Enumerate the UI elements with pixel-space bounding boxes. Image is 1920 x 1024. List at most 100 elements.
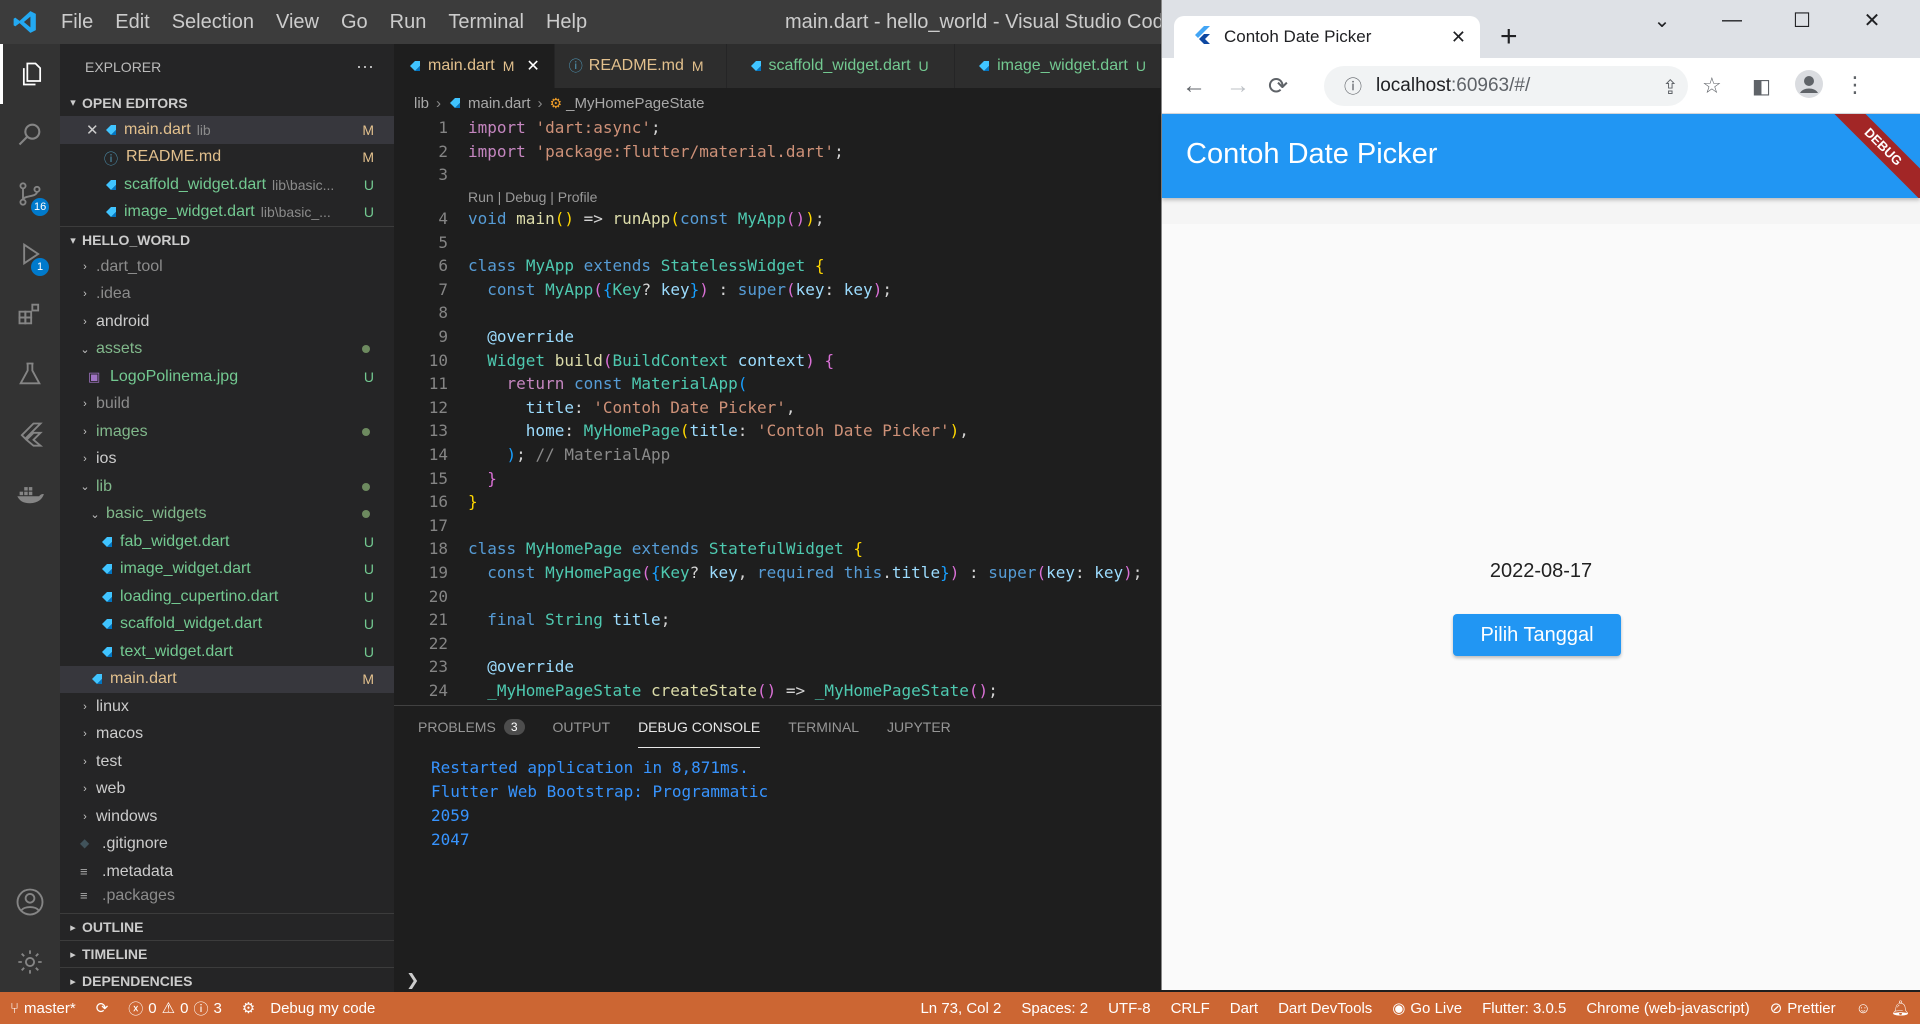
bookmark-star-icon[interactable]: ☆: [1702, 73, 1722, 99]
tab-readme[interactable]: ⓘ README.md M: [554, 44, 727, 88]
file-item[interactable]: fab_widget.dart U: [60, 528, 394, 556]
tab-image-widget[interactable]: image_widget.dart U: [955, 44, 1161, 88]
close-tab-icon[interactable]: ✕: [1451, 27, 1466, 48]
breadcrumb-file[interactable]: main.dart: [468, 95, 531, 112]
folder-item[interactable]: › android: [60, 308, 394, 336]
tab-debug-console[interactable]: DEBUG CONSOLE: [638, 706, 761, 748]
console-prompt-icon[interactable]: ❯: [406, 970, 419, 990]
file-item[interactable]: loading_cupertino.dart U: [60, 583, 394, 611]
close-icon[interactable]: ✕: [526, 56, 539, 76]
settings-gear-icon[interactable]: [0, 932, 60, 992]
close-window-icon[interactable]: ✕: [1837, 0, 1907, 40]
new-tab-icon[interactable]: +: [1500, 20, 1518, 54]
tab-main-dart[interactable]: main.dart M ✕: [394, 44, 555, 88]
browser-tab[interactable]: Contoh Date Picker ✕: [1174, 16, 1480, 58]
folder-item[interactable]: › linux: [60, 693, 394, 721]
dependencies-header[interactable]: ▸ DEPENDENCIES: [60, 967, 394, 992]
menu-selection[interactable]: Selection: [161, 0, 265, 44]
address-bar[interactable]: ⓘ localhost:60963/#/: [1324, 66, 1688, 106]
reload-icon[interactable]: ⟳: [1268, 72, 1288, 101]
explorer-icon[interactable]: [0, 44, 60, 104]
pick-date-button[interactable]: Pilih Tanggal: [1453, 614, 1621, 656]
file-item[interactable]: ▣ LogoPolinema.jpg U: [60, 363, 394, 391]
run-debug-icon[interactable]: 1: [0, 224, 60, 284]
feedback-icon[interactable]: ☺: [1846, 1000, 1881, 1017]
problems-indicator[interactable]: ⓧ 0 ⚠ 0 ⓘ 3: [118, 998, 232, 1019]
open-editor-item[interactable]: ⓘ README.md M: [60, 144, 394, 172]
folder-item[interactable]: › .dart_tool: [60, 253, 394, 281]
back-arrow-icon[interactable]: ←: [1182, 72, 1206, 100]
folder-item[interactable]: ⌄ assets: [60, 336, 394, 364]
folder-item[interactable]: › .idea: [60, 281, 394, 309]
file-item[interactable]: ◆ .gitignore: [60, 831, 394, 859]
side-panel-icon[interactable]: ◧: [1752, 74, 1771, 99]
dart-devtools[interactable]: Dart DevTools: [1268, 1000, 1382, 1017]
site-info-icon[interactable]: ⓘ: [1344, 73, 1362, 99]
breadcrumb-symbol[interactable]: _MyHomePageState: [566, 95, 704, 112]
flutter-icon[interactable]: [0, 404, 60, 464]
breadcrumb-folder[interactable]: lib: [414, 95, 429, 112]
docker-icon[interactable]: [0, 464, 60, 524]
timeline-header[interactable]: ▸ TIMELINE: [60, 940, 394, 967]
folder-item[interactable]: ⌄ lib: [60, 473, 394, 501]
forward-arrow-icon[interactable]: →: [1226, 72, 1250, 100]
go-live-button[interactable]: ◉ Go Live: [1382, 999, 1472, 1018]
extensions-icon[interactable]: [0, 284, 60, 344]
account-icon[interactable]: [0, 872, 60, 932]
code-editor[interactable]: 1 import 'dart:async'; 2 import 'package:f…: [394, 116, 1161, 705]
more-actions-icon[interactable]: ···: [356, 56, 374, 77]
tab-scaffold-widget[interactable]: scaffold_widget.dart U: [726, 44, 956, 88]
folder-item[interactable]: › ios: [60, 446, 394, 474]
tab-output[interactable]: OUTPUT: [553, 706, 611, 748]
folder-item[interactable]: › web: [60, 776, 394, 804]
menu-go[interactable]: Go: [330, 0, 379, 44]
close-icon[interactable]: ✕: [86, 121, 104, 139]
file-item[interactable]: ≡ .metadata: [60, 858, 394, 886]
tab-terminal[interactable]: TERMINAL: [788, 706, 859, 748]
profile-avatar-icon[interactable]: [1794, 69, 1824, 106]
sync-button[interactable]: ⟳: [86, 999, 119, 1017]
prettier-button[interactable]: ⊘ Prettier: [1760, 999, 1846, 1018]
source-control-icon[interactable]: 16: [0, 164, 60, 224]
open-editor-item[interactable]: scaffold_widget.dart lib\basic... U: [60, 171, 394, 199]
codelens-run-debug-profile[interactable]: Run | Debug | Profile: [468, 189, 597, 205]
folder-item[interactable]: › macos: [60, 721, 394, 749]
tab-problems[interactable]: PROBLEMS 3: [418, 706, 525, 748]
language-mode[interactable]: Dart: [1220, 1000, 1268, 1017]
file-item[interactable]: ≡ .packages: [60, 886, 394, 906]
menu-run[interactable]: Run: [379, 0, 438, 44]
folder-item[interactable]: › build: [60, 391, 394, 419]
file-item[interactable]: text_widget.dart U: [60, 638, 394, 666]
notifications-bell-icon[interactable]: 🔔︎: [1881, 999, 1920, 1017]
search-icon[interactable]: [0, 104, 60, 164]
folder-item[interactable]: › test: [60, 748, 394, 776]
encoding[interactable]: UTF-8: [1098, 1000, 1161, 1017]
folder-item[interactable]: ⌄ basic_widgets: [60, 501, 394, 529]
branch-indicator[interactable]: ⑂ master*: [0, 1000, 86, 1017]
outline-header[interactable]: ▸ OUTLINE: [60, 913, 394, 940]
file-item[interactable]: scaffold_widget.dart U: [60, 611, 394, 639]
open-editor-item[interactable]: image_widget.dart lib\basic_... U: [60, 199, 394, 227]
tab-jupyter[interactable]: JUPYTER: [887, 706, 951, 748]
testing-icon[interactable]: [0, 344, 60, 404]
cursor-position[interactable]: Ln 73, Col 2: [910, 1000, 1011, 1017]
menu-view[interactable]: View: [265, 0, 330, 44]
flutter-version[interactable]: Flutter: 3.0.5: [1472, 1000, 1576, 1017]
open-editors-header[interactable]: ▾ OPEN EDITORS: [60, 89, 394, 116]
maximize-icon[interactable]: ☐: [1767, 0, 1837, 40]
folder-item[interactable]: › images: [60, 418, 394, 446]
open-editor-item[interactable]: ✕ main.dart lib M: [60, 116, 394, 144]
line-ending[interactable]: CRLF: [1161, 1000, 1220, 1017]
indentation[interactable]: Spaces: 2: [1011, 1000, 1098, 1017]
share-icon[interactable]: ⇪: [1662, 75, 1679, 100]
chrome-menu-icon[interactable]: ⋮: [1844, 72, 1866, 98]
debug-session[interactable]: ⚙ Debug my code: [232, 999, 386, 1018]
codelens[interactable]: Run | Debug | Profile: [394, 187, 1161, 207]
menu-terminal[interactable]: Terminal: [437, 0, 535, 44]
file-item[interactable]: main.dart M: [60, 665, 394, 693]
tab-search-chevron-icon[interactable]: ⌄: [1627, 0, 1697, 40]
file-item[interactable]: image_widget.dart U: [60, 556, 394, 584]
menu-help[interactable]: Help: [535, 0, 598, 44]
device-selector[interactable]: Chrome (web-javascript): [1576, 1000, 1759, 1017]
menu-file[interactable]: File: [50, 0, 104, 44]
